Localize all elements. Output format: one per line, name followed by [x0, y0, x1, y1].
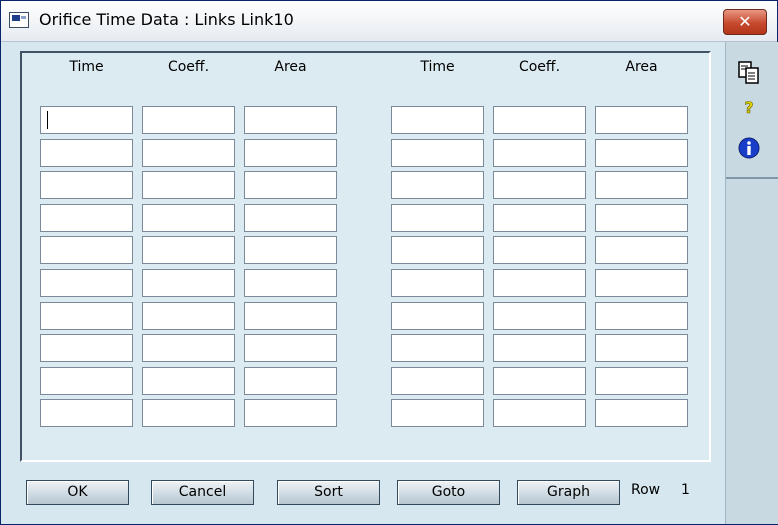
table-cell[interactable]: [244, 204, 337, 232]
sort-button[interactable]: Sort: [277, 480, 380, 505]
table-cell[interactable]: [595, 334, 688, 362]
title-bar[interactable]: Orifice Time Data : Links Link10 ✕: [1, 1, 777, 42]
table-cell[interactable]: [142, 302, 235, 330]
row-label: Row: [631, 482, 661, 498]
table-cell[interactable]: [391, 106, 484, 134]
table-cell[interactable]: [40, 171, 133, 199]
side-divider: [726, 177, 778, 179]
table-cell[interactable]: [142, 367, 235, 395]
table-cell[interactable]: [493, 334, 586, 362]
table-cell[interactable]: [595, 139, 688, 167]
table-cell[interactable]: [244, 106, 337, 134]
table-cell[interactable]: [40, 334, 133, 362]
table-cell[interactable]: [244, 171, 337, 199]
table-cell[interactable]: [595, 236, 688, 264]
table-cell[interactable]: [244, 399, 337, 427]
table-cell[interactable]: [244, 139, 337, 167]
table-cell[interactable]: [142, 236, 235, 264]
text-caret: [47, 111, 48, 129]
table-cell[interactable]: [493, 106, 586, 134]
table-cell[interactable]: [142, 269, 235, 297]
column-header-area-left: Area: [274, 59, 307, 75]
table-cell[interactable]: [391, 236, 484, 264]
table-cell[interactable]: [493, 171, 586, 199]
table-cell[interactable]: [244, 334, 337, 362]
table-cell[interactable]: [40, 269, 133, 297]
table-cell[interactable]: [493, 269, 586, 297]
table-cell[interactable]: [493, 302, 586, 330]
goto-button[interactable]: Goto: [397, 480, 500, 505]
table-cell[interactable]: [40, 367, 133, 395]
table-cell[interactable]: [391, 334, 484, 362]
table-cell[interactable]: [595, 171, 688, 199]
ok-button[interactable]: OK: [26, 480, 129, 505]
help-icon[interactable]: ?: [736, 94, 762, 120]
table-cell[interactable]: [595, 269, 688, 297]
table-cell[interactable]: [493, 399, 586, 427]
orifice-time-data-window: Orifice Time Data : Links Link10 ✕ Time C…: [0, 0, 778, 525]
table-cell[interactable]: [595, 204, 688, 232]
row-value: 1: [681, 482, 690, 498]
table-cell[interactable]: [244, 236, 337, 264]
table-cell[interactable]: [391, 139, 484, 167]
table-cell[interactable]: [142, 106, 235, 134]
table-cell[interactable]: [40, 139, 133, 167]
table-cell[interactable]: [40, 204, 133, 232]
table-cell[interactable]: [142, 171, 235, 199]
svg-text:?: ?: [744, 98, 753, 117]
table-cell[interactable]: [391, 367, 484, 395]
column-header-coeff-right: Coeff.: [518, 59, 561, 75]
table-cell[interactable]: [40, 106, 133, 134]
table-cell[interactable]: [391, 399, 484, 427]
data-grid-panel: Time Coeff. Area Time Coeff. Area: [20, 51, 711, 462]
window-title: Orifice Time Data : Links Link10: [39, 10, 294, 29]
table-cell[interactable]: [142, 139, 235, 167]
table-cell[interactable]: [391, 204, 484, 232]
copy-icon[interactable]: [736, 59, 762, 85]
info-icon[interactable]: [736, 135, 762, 161]
cancel-button[interactable]: Cancel: [151, 480, 254, 505]
table-cell[interactable]: [142, 204, 235, 232]
table-cell[interactable]: [40, 236, 133, 264]
table-cell[interactable]: [391, 171, 484, 199]
table-cell[interactable]: [595, 302, 688, 330]
table-cell[interactable]: [244, 302, 337, 330]
column-header-area-right: Area: [625, 59, 658, 75]
close-button[interactable]: ✕: [723, 9, 767, 35]
table-cell[interactable]: [244, 269, 337, 297]
table-cell[interactable]: [595, 106, 688, 134]
table-cell[interactable]: [493, 236, 586, 264]
table-cell[interactable]: [40, 302, 133, 330]
table-cell[interactable]: [391, 269, 484, 297]
table-cell[interactable]: [40, 399, 133, 427]
table-cell[interactable]: [493, 204, 586, 232]
column-header-coeff-left: Coeff.: [167, 59, 210, 75]
graph-button[interactable]: Graph: [517, 480, 620, 505]
column-header-time-right: Time: [420, 59, 455, 75]
table-cell[interactable]: [595, 399, 688, 427]
window-icon: [9, 12, 29, 28]
table-cell[interactable]: [493, 367, 586, 395]
table-cell[interactable]: [595, 367, 688, 395]
table-cell[interactable]: [142, 399, 235, 427]
table-cell[interactable]: [493, 139, 586, 167]
table-cell[interactable]: [142, 334, 235, 362]
side-toolbar: ?: [725, 42, 778, 524]
table-cell[interactable]: [391, 302, 484, 330]
column-header-time-left: Time: [69, 59, 104, 75]
table-cell[interactable]: [244, 367, 337, 395]
